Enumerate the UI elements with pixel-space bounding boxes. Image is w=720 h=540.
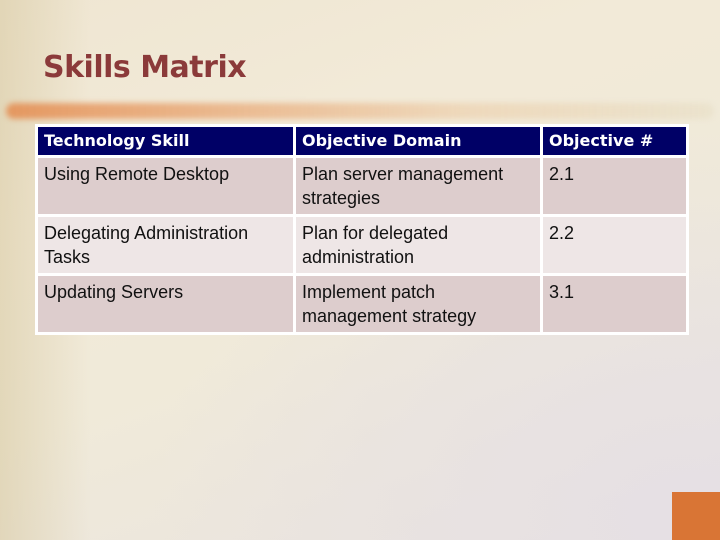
table-row: Updating Servers Implement patch managem… <box>35 273 689 335</box>
cell-objective-domain: Plan server management strategies <box>293 155 543 217</box>
cell-objective-number: 3.1 <box>540 273 689 335</box>
cell-technology-skill: Updating Servers <box>35 273 296 335</box>
cell-technology-skill: Using Remote Desktop <box>35 155 296 217</box>
header-objective-number: Objective # <box>540 124 689 158</box>
table-row: Delegating Administration Tasks Plan for… <box>35 214 689 276</box>
table-row: Using Remote Desktop Plan server managem… <box>35 155 689 217</box>
table-header-row: Technology Skill Objective Domain Object… <box>35 124 689 158</box>
cell-technology-skill: Delegating Administration Tasks <box>35 214 296 276</box>
corner-accent-square <box>672 492 720 540</box>
cell-objective-number: 2.2 <box>540 214 689 276</box>
skills-matrix-table: Technology Skill Objective Domain Object… <box>35 124 689 335</box>
cell-objective-number: 2.1 <box>540 155 689 217</box>
header-technology-skill: Technology Skill <box>35 124 296 158</box>
slide-title: Skills Matrix <box>43 50 247 85</box>
header-objective-domain: Objective Domain <box>293 124 543 158</box>
cell-objective-domain: Plan for delegated administration <box>293 214 543 276</box>
cell-objective-domain: Implement patch management strategy <box>293 273 543 335</box>
title-accent-bar <box>6 103 714 119</box>
